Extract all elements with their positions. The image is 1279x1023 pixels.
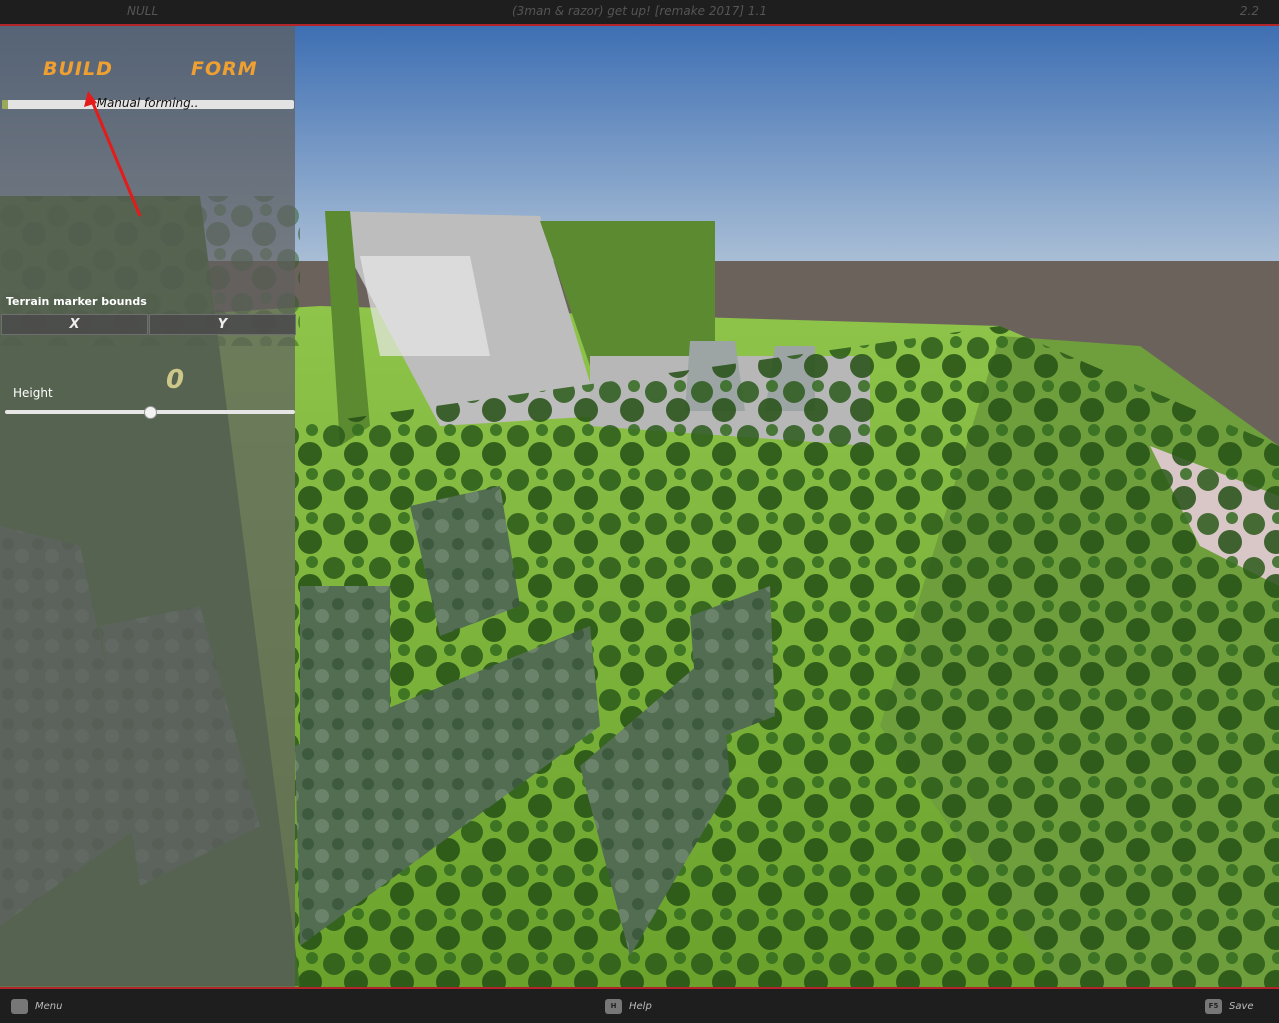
menu-key-icon (11, 999, 28, 1014)
version-label: 2.2 (1239, 4, 1259, 18)
height-value: 0 (166, 365, 185, 395)
bottom-bar: Menu H Help F5 Save (0, 987, 1279, 1023)
save-key-icon: F5 (1205, 999, 1222, 1014)
save-label: Save (1229, 1001, 1254, 1012)
help-label: Help (629, 1001, 652, 1012)
help-shortcut[interactable]: H Help (605, 999, 652, 1014)
window-title-bar: NULL (3man & razor) get up! [remake 2017… (0, 0, 1279, 26)
progress-label: Manual forming.. (96, 96, 199, 110)
menu-shortcut[interactable]: Menu (11, 999, 62, 1014)
bounds-y-button[interactable]: Y (149, 314, 296, 335)
height-slider-thumb[interactable] (144, 406, 157, 419)
menu-label: Menu (35, 1001, 63, 1012)
form-tab[interactable]: FORM (191, 58, 258, 80)
bounds-x-button[interactable]: X (1, 314, 148, 335)
window-title: (3man & razor) get up! [remake 2017] 1.1 (512, 4, 767, 18)
save-shortcut[interactable]: F5 Save (1205, 999, 1254, 1014)
height-label: Height (13, 386, 53, 400)
terrain-bounds-label: Terrain marker bounds (6, 295, 147, 308)
help-key-icon: H (605, 999, 622, 1014)
build-tab[interactable]: BUILD (43, 58, 113, 80)
terrain-tool-panel (0, 26, 295, 987)
